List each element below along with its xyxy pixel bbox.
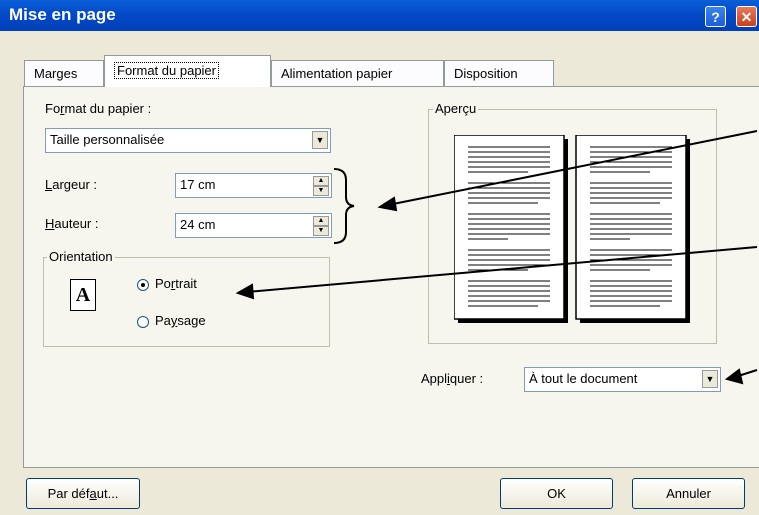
page-setup-dialog: Mise en page ? ✕ Marges Format du papier… — [0, 0, 759, 515]
paper-format-label: Format du papier : — [45, 101, 152, 116]
chevron-down-icon[interactable]: ▼ — [312, 131, 328, 149]
orientation-title: Orientation — [47, 249, 115, 264]
preview-title: Aperçu — [433, 101, 479, 116]
width-input[interactable]: 17 cm ▲ ▼ — [175, 173, 332, 198]
height-value: 24 cm — [180, 217, 216, 232]
title-bar: Mise en page ? ✕ — [0, 0, 759, 31]
width-value: 17 cm — [180, 177, 216, 192]
tab-label: Alimentation papier — [281, 66, 393, 81]
portrait-page-icon: A — [70, 279, 96, 311]
apply-select[interactable]: À tout le document ▼ — [524, 367, 721, 392]
paysage-radio[interactable] — [137, 316, 149, 328]
cancel-button[interactable]: Annuler — [632, 478, 745, 509]
preview-pages-image — [454, 135, 690, 323]
tab-alimentation-papier[interactable]: Alimentation papier — [271, 60, 444, 87]
chevron-down-icon[interactable]: ▼ — [702, 370, 718, 388]
tab-marges[interactable]: Marges — [24, 60, 104, 87]
height-input[interactable]: 24 cm ▲ ▼ — [175, 213, 332, 238]
close-icon[interactable]: ✕ — [736, 6, 757, 27]
apply-label: Appliquer : — [421, 371, 484, 386]
window-title: Mise en page — [9, 5, 116, 24]
spin-down-icon[interactable]: ▼ — [313, 226, 329, 236]
tab-label: Format du papier — [114, 62, 219, 79]
apply-value: À tout le document — [529, 371, 638, 386]
tab-format-du-papier[interactable]: Format du papier — [104, 55, 271, 87]
default-button[interactable]: Par défaut... — [26, 478, 140, 509]
spin-up-icon[interactable]: ▲ — [313, 216, 329, 226]
tab-label: Disposition — [454, 66, 518, 81]
paper-format-select[interactable]: Taille personnalisée ▼ — [45, 128, 331, 153]
width-label: Largeur : — [45, 177, 98, 192]
tab-label: Marges — [34, 66, 78, 81]
spin-down-icon[interactable]: ▼ — [313, 186, 329, 196]
spin-up-icon[interactable]: ▲ — [313, 176, 329, 186]
portrait-radio[interactable] — [137, 279, 149, 291]
paper-format-value: Taille personnalisée — [50, 132, 165, 147]
paysage-label[interactable]: Paysage — [155, 313, 206, 328]
ok-button[interactable]: OK — [500, 478, 613, 509]
tab-panel: Format du papier : Taille personnalisée … — [23, 86, 759, 468]
height-label: Hauteur : — [45, 216, 99, 231]
help-icon[interactable]: ? — [705, 6, 726, 27]
tab-disposition[interactable]: Disposition — [444, 60, 554, 87]
portrait-label[interactable]: Portrait — [155, 276, 197, 291]
